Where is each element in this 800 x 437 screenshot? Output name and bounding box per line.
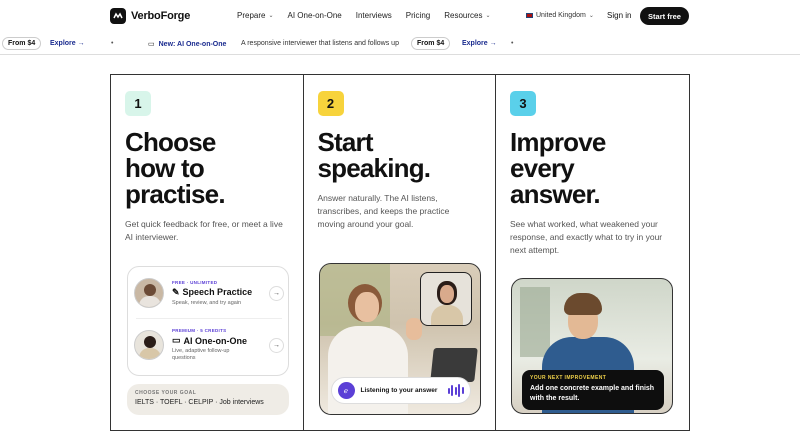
nav-links: Prepare ⌄ AI One-on-One Interviews Prici…	[237, 11, 505, 20]
step-headline: Improve every answer.	[510, 127, 606, 209]
new-feature-label: New: AI One-on-One	[158, 40, 227, 48]
improvement-text: Add one concrete example and finish with…	[530, 385, 655, 402]
nav-pricing-label: Pricing	[405, 11, 431, 20]
step-2-panel: 2 Start speaking. Answer naturally. The …	[304, 75, 496, 430]
next-improvement-card: YOUR NEXT IMPROVEMENT Add one concrete e…	[522, 370, 664, 410]
step-headline: Start speaking.	[317, 127, 432, 183]
explore-link[interactable]: Explore →	[50, 40, 85, 47]
nav-ai-one-on-one[interactable]: AI One-on-One	[288, 11, 342, 20]
option-title: AI One-on-One	[183, 335, 248, 346]
practice-options-card: FREE · UNLIMITED ✎ Speech Practice Speak…	[127, 266, 289, 376]
explore-label: Explore	[50, 40, 76, 47]
arrow-right-icon: →	[77, 40, 85, 47]
nav-pricing[interactable]: Pricing	[406, 11, 430, 20]
speaker-hand	[405, 318, 422, 340]
arrow-right-icon: →	[489, 40, 497, 47]
arrow-right-icon[interactable]: →	[269, 337, 284, 353]
avatar	[134, 330, 164, 360]
nav-prepare[interactable]: Prepare ⌄	[237, 11, 274, 20]
flag-icon	[526, 13, 533, 18]
chevron-down-icon: ⌄	[588, 13, 594, 19]
speaking-video-preview: ℯ Listening to your answer	[318, 263, 481, 415]
step-3-panel: 3 Improve every answer. See what worked,…	[496, 75, 689, 430]
step-headline: Choose how to practise.	[125, 127, 226, 209]
nav-ai-label: AI One-on-One	[287, 11, 342, 20]
interviewer-video-thumbnail	[419, 272, 472, 326]
step-number-badge: 3	[510, 91, 536, 116]
option-subtitle: Speak, review, and try again	[172, 299, 242, 306]
brand-name: VerboForge	[131, 10, 191, 22]
video-icon: ▭	[148, 41, 155, 48]
logo-mark-icon	[110, 8, 126, 24]
arrow-right-icon[interactable]: →	[269, 285, 284, 301]
separator-dot: •	[111, 40, 114, 47]
goal-label: CHOOSE YOUR GOAL	[135, 390, 197, 396]
listening-status-pill: ℯ Listening to your answer	[330, 377, 471, 404]
option-speech-practice[interactable]: FREE · UNLIMITED ✎ Speech Practice Speak…	[134, 269, 284, 317]
improvement-video-preview: YOUR NEXT IMPROVEMENT Add one concrete e…	[511, 278, 673, 414]
option-title: Speech Practice	[182, 287, 253, 297]
audio-waveform-icon	[447, 384, 464, 397]
goal-options: IELTS · TOEFL · CELPIP · Job interviews	[135, 399, 264, 406]
step-number-badge: 2	[317, 91, 344, 116]
step-number-badge: 1	[125, 91, 151, 116]
start-free-button[interactable]: Start free	[640, 7, 689, 25]
option-tag: FREE · UNLIMITED	[172, 279, 218, 285]
chevron-down-icon: ⌄	[485, 13, 491, 19]
step-description: See what worked, what weakened your resp…	[510, 219, 663, 255]
price-pill: From $4	[411, 37, 451, 50]
separator-dot: •	[511, 40, 514, 47]
mic-icon: ℯ	[337, 382, 355, 399]
option-ai-one-on-one[interactable]: PREMIUM · 5 CREDITS ▭ AI One-on-One Live…	[134, 321, 284, 369]
improvement-label: YOUR NEXT IMPROVEMENT	[530, 375, 607, 381]
option-subtitle: Live, adaptive follow-up questions	[172, 348, 230, 361]
divider	[136, 318, 282, 319]
announcement-ticker: From $4 Explore → • ▭ New: AI One-on-One…	[0, 33, 800, 55]
region-selector[interactable]: United Kingdom ⌄	[526, 12, 594, 19]
steps-grid: 1 Choose how to practise. Get quick feed…	[110, 74, 690, 431]
nav-prepare-label: Prepare	[237, 11, 266, 20]
learner-hair	[564, 293, 602, 315]
explore-label: Explore	[462, 40, 488, 47]
option-tag: PREMIUM · 5 CREDITS	[172, 328, 227, 333]
nav-resources-label: Resources	[444, 11, 483, 20]
avatar	[134, 278, 164, 308]
new-feature-description: A responsive interviewer that listens an…	[241, 40, 399, 47]
goal-selector[interactable]: CHOOSE YOUR GOAL IELTS · TOEFL · CELPIP …	[127, 384, 289, 415]
background-shelf	[520, 287, 550, 357]
nav-resources[interactable]: Resources ⌄	[444, 11, 490, 20]
pen-icon: ✎	[172, 286, 180, 297]
video-icon: ▭	[172, 335, 181, 345]
region-label: United Kingdom	[536, 12, 586, 19]
step-description: Answer naturally. The AI listens, transc…	[317, 193, 450, 229]
listening-text: Listening to your answer	[360, 387, 438, 394]
price-pill: From $4	[2, 37, 42, 50]
nav-interviews[interactable]: Interviews	[356, 11, 392, 20]
step-1-panel: 1 Choose how to practise. Get quick feed…	[111, 75, 304, 430]
new-feature-announcement[interactable]: ▭ New: AI One-on-One	[148, 40, 227, 49]
speaker-face	[354, 292, 379, 322]
explore-link[interactable]: Explore →	[462, 40, 497, 47]
brand-logo[interactable]: VerboForge	[110, 8, 190, 24]
step-description: Get quick feedback for free, or meet a l…	[125, 219, 283, 242]
chevron-down-icon: ⌄	[268, 13, 274, 19]
nav-interviews-label: Interviews	[355, 11, 392, 20]
top-nav: VerboForge Prepare ⌄ AI One-on-One Inter…	[0, 0, 800, 33]
sign-in-link[interactable]: Sign in	[607, 11, 631, 20]
